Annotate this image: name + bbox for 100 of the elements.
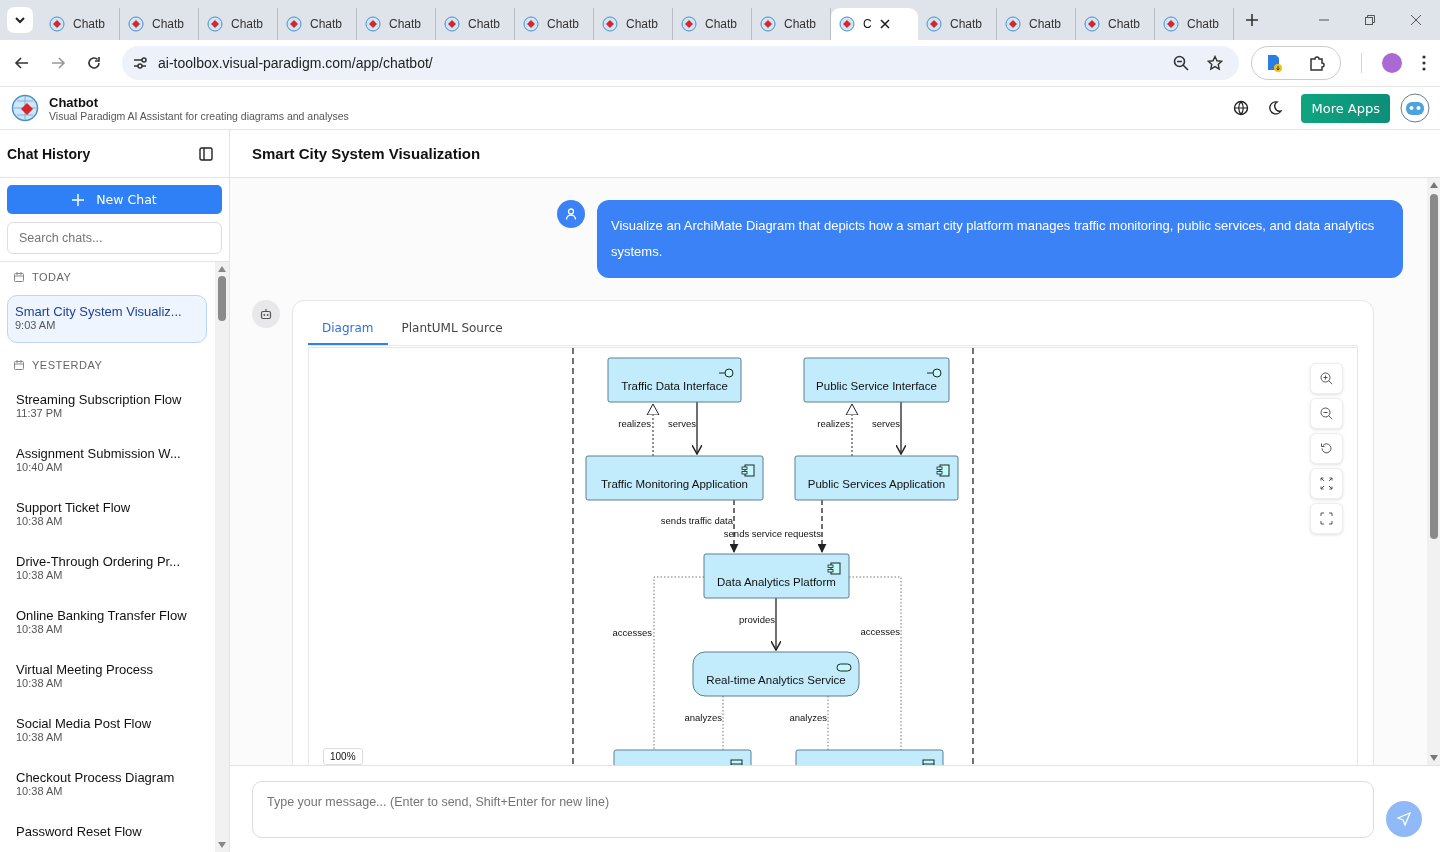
tab-title: Chatb [705, 17, 738, 31]
more-menu-icon[interactable] [1422, 55, 1426, 71]
zoom-out-icon [1320, 407, 1333, 420]
node-label: Data Analytics Platform [717, 576, 836, 588]
tab-title: Chatb [389, 17, 422, 31]
scroll-up-icon[interactable] [218, 266, 226, 272]
node-label: Real-time Analytics Service [706, 674, 846, 686]
chat-title: Streaming Subscription Flow [16, 392, 183, 407]
chat-time: 10:38 AM [16, 677, 64, 689]
interface-icon [718, 368, 734, 378]
scroll-down-icon[interactable] [218, 842, 226, 848]
chat-time: 9:03 AM [15, 319, 57, 331]
edge-label: realizes [618, 418, 651, 429]
edge-label: sends traffic data [660, 515, 733, 526]
fullscreen-icon [1320, 512, 1333, 525]
chat-history-item[interactable]: Support Ticket Flow 10:38 AM [7, 491, 207, 545]
globe-logo-icon [207, 16, 223, 32]
chat-history-item[interactable]: Social Media Post Flow 10:38 AM [7, 707, 207, 761]
fullscreen-button[interactable] [1310, 503, 1343, 534]
plus-icon [72, 193, 85, 206]
profile-avatar[interactable] [1382, 53, 1402, 73]
robot-icon [260, 308, 272, 320]
node-label: Traffic Monitoring Application [601, 478, 748, 490]
tab-title: Chatb [784, 17, 817, 31]
tab-title: Chatb [626, 17, 659, 31]
globe-logo-icon [365, 16, 381, 32]
forward-icon[interactable] [50, 55, 66, 71]
group-label: YESTERDAY [32, 359, 103, 371]
restore-icon[interactable] [1364, 14, 1376, 26]
node-label: Public Services Application [807, 478, 946, 490]
search-field[interactable]: Search chats... [7, 222, 222, 254]
node-label: Traffic Data Interface [621, 380, 728, 392]
robot-avatar-icon[interactable] [1400, 93, 1430, 123]
document-download-icon[interactable] [1266, 54, 1282, 72]
edge-label: accesses [612, 627, 652, 638]
sidebar-toggle-icon[interactable] [199, 146, 213, 161]
tab-title: Chatb [1187, 17, 1220, 31]
new-chat-button[interactable]: New Chat [7, 185, 222, 214]
message-input[interactable]: Type your message... (Enter to send, Shift+Enter for new line) [252, 780, 1374, 838]
node-label: Public Service Interface [816, 380, 937, 392]
reload-icon[interactable] [86, 55, 102, 71]
chat-history-item[interactable]: Checkout Process Diagram 10:38 AM [7, 761, 207, 815]
chat-title: Drive-Through Ordering Pr... [16, 554, 181, 569]
chat-history-item[interactable]: Assignment Submission W... 10:40 AM [7, 437, 207, 491]
more-apps-button[interactable]: More Apps [1301, 93, 1390, 123]
tab-search-button[interactable] [7, 7, 33, 33]
browser-tab[interactable]: C [831, 8, 918, 40]
back-icon[interactable] [14, 55, 30, 71]
chat-history-item[interactable]: Password Reset Flow [7, 815, 207, 852]
chat-title: Password Reset Flow [16, 824, 143, 839]
sidebar-title: Chat History [7, 145, 91, 162]
scroll-down-icon[interactable] [1429, 755, 1438, 761]
zoom-in-icon [1320, 372, 1333, 385]
globe-logo-icon [11, 94, 39, 122]
chat-time: 11:37 PM [16, 407, 64, 419]
globe-logo-icon [128, 16, 144, 32]
close-icon[interactable] [879, 19, 890, 29]
chat-title: Assignment Submission W... [16, 446, 182, 461]
chat-history-item[interactable]: Virtual Meeting Process 10:38 AM [7, 653, 207, 707]
globe-logo-icon [286, 16, 302, 32]
scrollbar-thumb[interactable] [218, 276, 226, 321]
interface-icon [926, 368, 942, 378]
puzzle-icon[interactable] [1308, 54, 1326, 72]
chat-history-item[interactable]: Streaming Subscription Flow 11:37 PM [7, 383, 207, 437]
send-icon [1397, 812, 1411, 826]
zoom-level: 100% [323, 748, 363, 765]
chat-title: Smart City System Visualiz... [15, 304, 183, 319]
chat-title-heading: Smart City System Visualization [252, 145, 481, 162]
tab-title: Chatb [950, 17, 983, 31]
group-label: TODAY [32, 271, 72, 283]
tab-title: Chatb [231, 17, 264, 31]
chat-history-item[interactable]: Drive-Through Ordering Pr... 10:38 AM [7, 545, 207, 599]
scrollbar-thumb[interactable] [1429, 194, 1438, 539]
zoom-out-button[interactable] [1310, 398, 1343, 429]
zoom-in-button[interactable] [1310, 363, 1343, 394]
new-tab-icon[interactable] [1246, 14, 1258, 26]
chat-time: 10:38 AM [16, 623, 64, 635]
zoom-out-icon[interactable] [1173, 55, 1189, 71]
chat-history-item[interactable]: Smart City System Visualiz... 9:03 AM [7, 295, 207, 343]
globe-logo-icon [839, 16, 855, 32]
fit-to-screen-button[interactable] [1310, 468, 1343, 499]
star-icon[interactable] [1207, 55, 1223, 71]
tab-title: Chatb [152, 17, 185, 31]
component-icon [827, 562, 841, 575]
moon-icon[interactable] [1267, 100, 1284, 116]
edge-label: analyzes [684, 712, 722, 723]
view-tab[interactable]: Diagram [308, 313, 388, 345]
scroll-up-icon[interactable] [1429, 182, 1438, 188]
globe-logo-icon [49, 16, 65, 32]
component-icon [936, 464, 950, 477]
site-settings-icon[interactable] [132, 55, 148, 71]
calendar-icon [14, 272, 24, 282]
globe-icon[interactable] [1233, 100, 1250, 116]
user-message: Visualize an ArchiMate Diagram that depicts how a smart city platform manages traffic monitoring, public services, and data analytics systems. [597, 200, 1403, 278]
chat-title: Checkout Process Diagram [16, 770, 176, 785]
reset-view-button[interactable] [1310, 433, 1343, 464]
chat-history-item[interactable]: Online Banking Transfer Flow 10:38 AM [7, 599, 207, 653]
view-tab[interactable]: PlantUML Source [387, 313, 517, 345]
edge-label: serves [872, 418, 900, 429]
address-bar[interactable]: ai-toolbox.visual-paradigm.com/app/chatbot/ [122, 46, 1239, 80]
